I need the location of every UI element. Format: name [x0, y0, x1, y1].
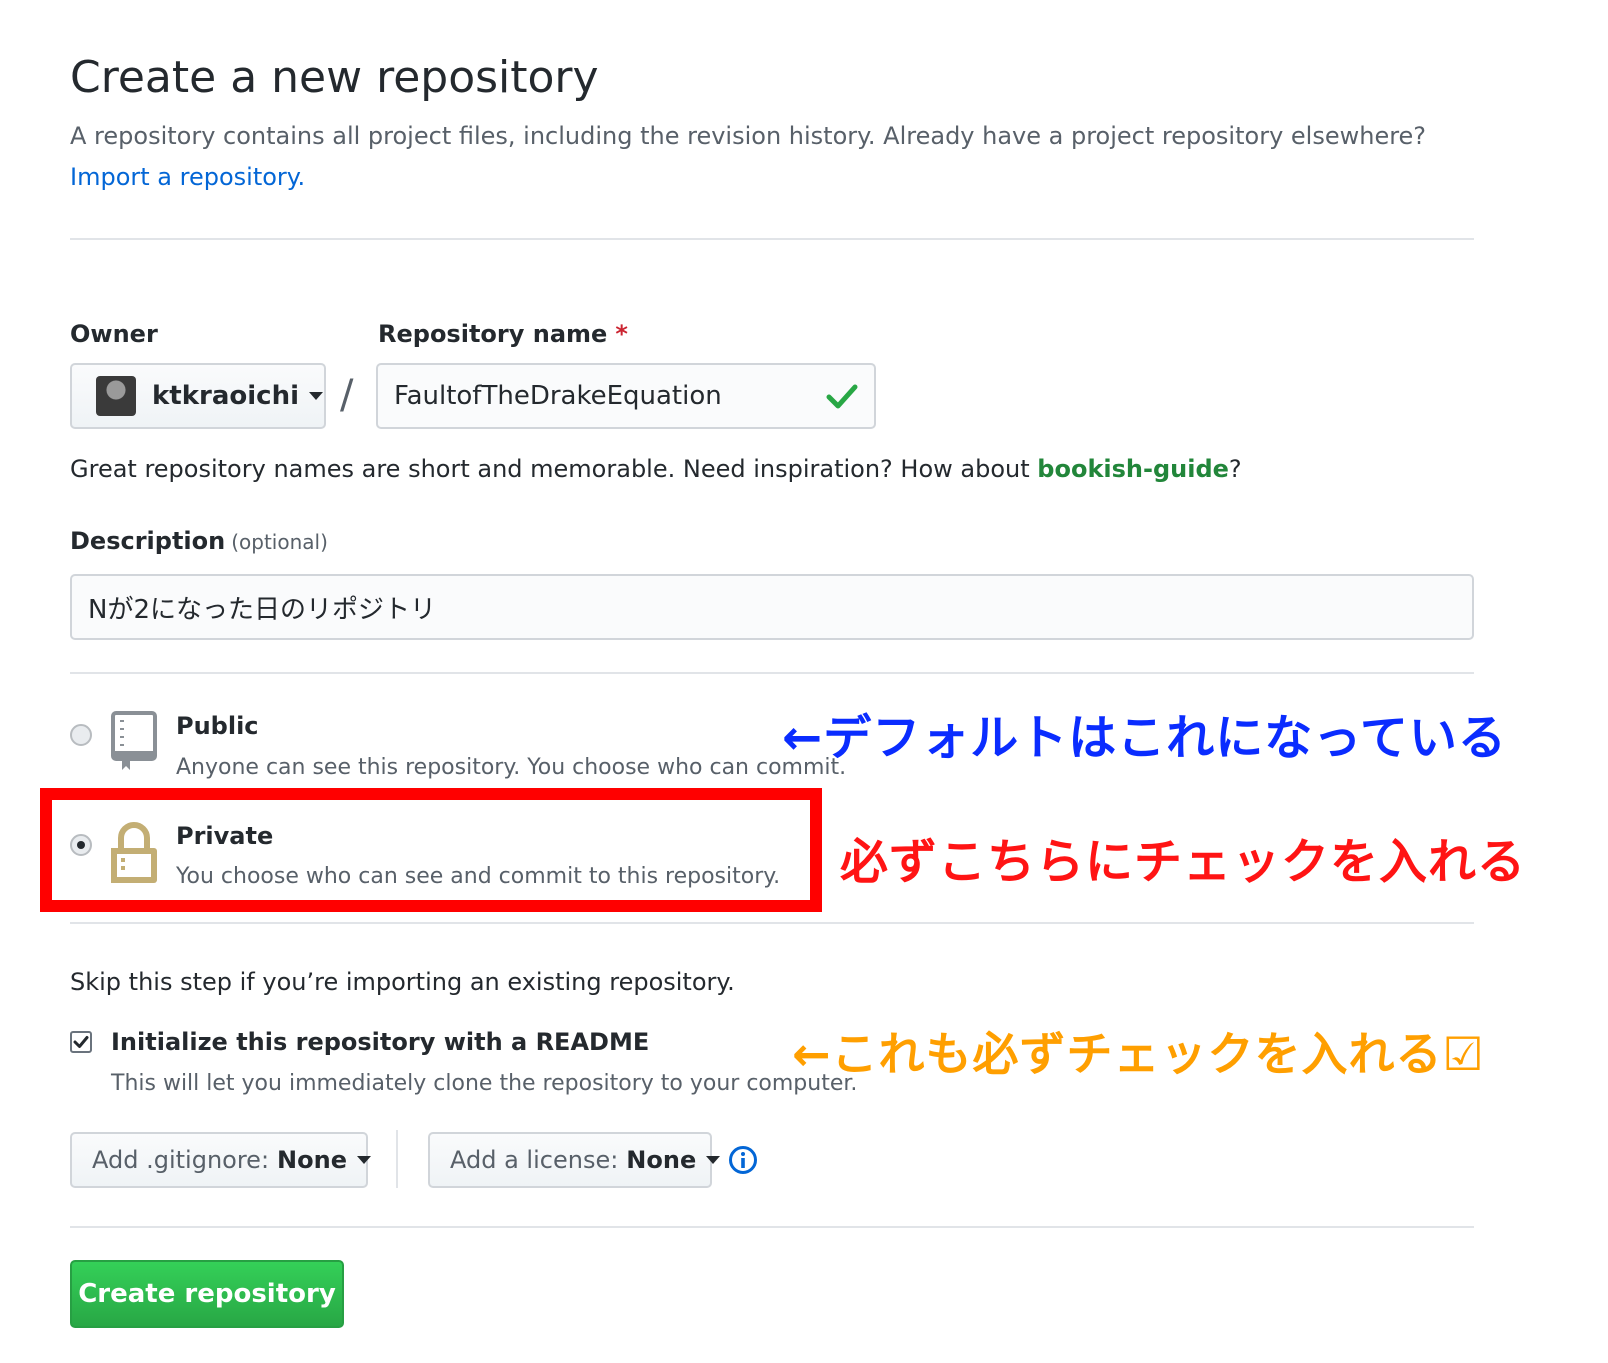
- gitignore-label: Add .gitignore:: [92, 1146, 270, 1174]
- info-icon[interactable]: [728, 1145, 758, 1175]
- hint-suffix: ?: [1228, 455, 1242, 483]
- chevron-down-icon: [706, 1156, 721, 1164]
- repo-name-label: Repository name *: [378, 320, 628, 348]
- license-select[interactable]: Add a license: None: [428, 1132, 721, 1188]
- description-label: Description (optional): [70, 527, 328, 555]
- description-input[interactable]: [70, 574, 1474, 640]
- owner-repo-separator: /: [340, 372, 354, 418]
- check-icon: [826, 384, 858, 409]
- public-description: Anyone can see this repository. You choo…: [176, 755, 847, 780]
- gitignore-value: None: [277, 1146, 347, 1174]
- private-highlight-box: [40, 788, 822, 912]
- gitignore-select[interactable]: Add .gitignore: None: [70, 1132, 371, 1188]
- readme-annotation: ←これも必ずチェックを入れる☑: [792, 1027, 1485, 1081]
- owner-select-button[interactable]: ktkraoichi: [70, 363, 326, 429]
- skip-step-text: Skip this step if you’re importing an ex…: [70, 968, 735, 996]
- footer-divider: [70, 1226, 1474, 1228]
- optional-tag: (optional): [231, 530, 328, 554]
- public-radio[interactable]: [70, 724, 92, 746]
- repo-name-input[interactable]: [376, 363, 876, 429]
- owner-label: Owner: [70, 320, 158, 348]
- page-subtitle: A repository contains all project files,…: [70, 122, 1427, 150]
- repo-name-label-text: Repository name: [378, 320, 608, 348]
- license-label: Add a license:: [450, 1146, 619, 1174]
- public-title: Public: [176, 712, 259, 740]
- page-title: Create a new repository: [70, 52, 599, 103]
- readme-description: This will let you immediately clone the …: [111, 1071, 858, 1096]
- chevron-down-icon: [356, 1156, 371, 1164]
- readme-checkbox[interactable]: [70, 1031, 92, 1053]
- avatar: [96, 376, 136, 416]
- private-annotation: 必ずこちらにチェックを入れる: [840, 834, 1527, 890]
- import-repository-link[interactable]: Import a repository.: [70, 163, 305, 191]
- readme-label[interactable]: Initialize this repository with a README: [111, 1028, 649, 1056]
- create-repository-button[interactable]: Create repository: [70, 1260, 344, 1328]
- section-divider: [70, 672, 1474, 674]
- section-divider: [70, 922, 1474, 924]
- select-separator: [396, 1130, 398, 1188]
- hint-text: Great repository names are short and mem…: [70, 455, 1030, 483]
- repo-name-hint: Great repository names are short and mem…: [70, 455, 1242, 483]
- license-value: None: [626, 1146, 697, 1174]
- name-suggestion-link[interactable]: bookish-guide: [1037, 455, 1229, 483]
- checkmark-icon: [73, 1036, 89, 1048]
- public-annotation: ←デフォルトはこれになっている: [782, 710, 1507, 766]
- required-mark: *: [615, 320, 628, 348]
- description-label-text: Description: [70, 527, 226, 555]
- header-divider: [70, 238, 1474, 240]
- repo-book-icon: [111, 711, 157, 770]
- chevron-down-icon: [309, 392, 323, 400]
- owner-name: ktkraoichi: [152, 381, 299, 411]
